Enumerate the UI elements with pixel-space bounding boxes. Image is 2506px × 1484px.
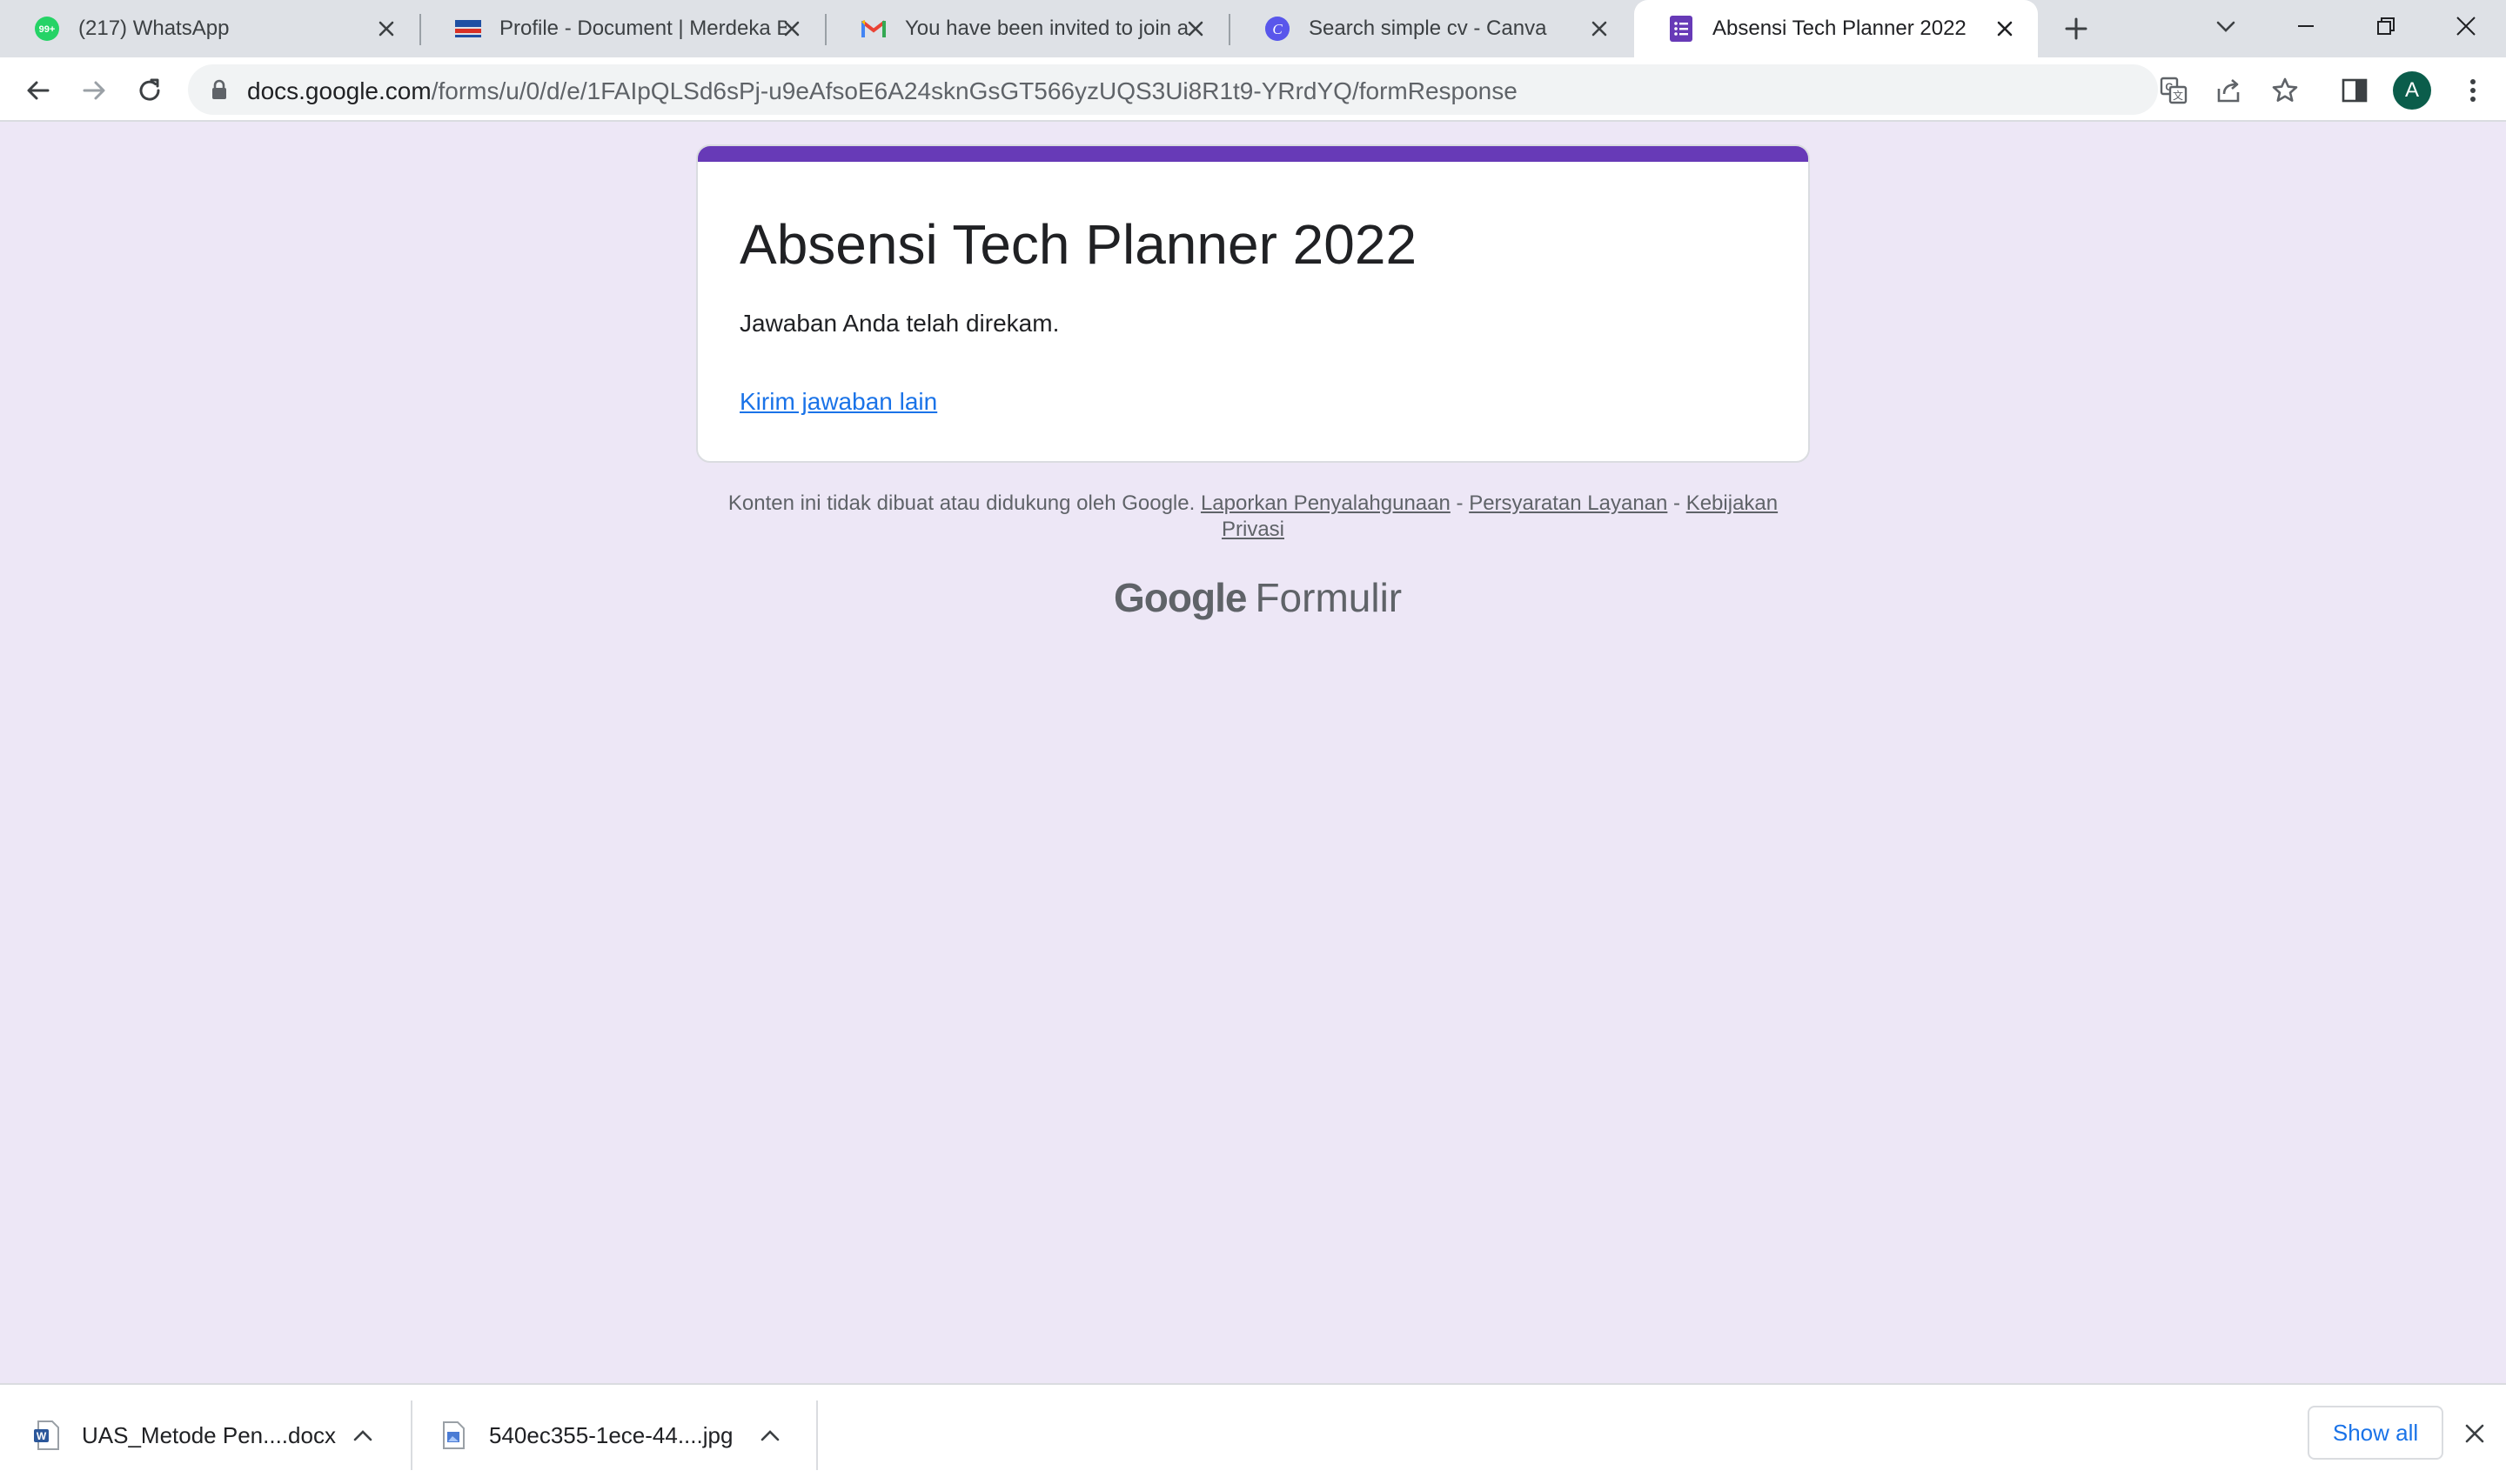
chevron-up-icon[interactable] xyxy=(761,1385,780,1484)
link-separator: - xyxy=(1673,491,1681,515)
download-item[interactable]: W UAS_Metode Pen....docx xyxy=(33,1385,336,1484)
report-abuse-link[interactable]: Laporkan Penyalahgunaan xyxy=(1201,491,1451,515)
new-tab-button[interactable] xyxy=(2060,13,2092,44)
url-path: /forms/u/0/d/e/1FAIpQLSd6sPj-u9eAfsoE6A2… xyxy=(431,77,1518,104)
tab-search-chevron-icon[interactable] xyxy=(2203,7,2248,45)
tab-title: (217) WhatsApp xyxy=(78,17,230,40)
lock-icon[interactable] xyxy=(207,77,231,102)
bookmark-star-icon[interactable] xyxy=(2271,77,2299,104)
confirmation-message: Jawaban Anda telah direkam. xyxy=(740,310,1060,337)
google-wordmark: Google xyxy=(1114,575,1247,620)
download-separator xyxy=(816,1400,818,1470)
image-file-icon xyxy=(440,1420,466,1451)
tab-gmail[interactable]: You have been invited to join a xyxy=(827,0,1229,57)
browser-toolbar: docs.google.com/forms/u/0/d/e/1FAIpQLSd6… xyxy=(0,57,2506,122)
close-icon[interactable] xyxy=(778,15,806,43)
tab-title: Search simple cv - Canva xyxy=(1309,17,1547,40)
close-icon[interactable] xyxy=(1182,15,1209,43)
svg-text:W: W xyxy=(37,1430,47,1442)
close-icon[interactable] xyxy=(2459,1418,2490,1449)
form-accent-bar xyxy=(698,146,1808,162)
reload-icon[interactable] xyxy=(131,71,169,110)
translate-icon[interactable]: G文 xyxy=(2160,77,2188,104)
merdeka-icon xyxy=(454,15,482,43)
google-forms-icon xyxy=(1667,15,1695,43)
restore-icon[interactable] xyxy=(2363,7,2409,45)
show-all-downloads-button[interactable]: Show all xyxy=(2308,1406,2443,1460)
download-separator xyxy=(411,1400,412,1470)
share-icon[interactable] xyxy=(2215,77,2243,104)
close-icon[interactable] xyxy=(1991,15,2019,43)
form-confirmation-card: Absensi Tech Planner 2022 Jawaban Anda t… xyxy=(696,144,1810,463)
word-doc-icon: W xyxy=(33,1420,59,1451)
close-icon[interactable] xyxy=(372,15,400,43)
address-bar[interactable]: docs.google.com/forms/u/0/d/e/1FAIpQLSd6… xyxy=(188,64,2158,115)
tab-title: Profile - Document | Merdeka Belajar xyxy=(499,17,787,40)
tab-title: You have been invited to join a xyxy=(905,17,1189,40)
more-menu-icon[interactable] xyxy=(2454,71,2492,110)
canva-icon: C xyxy=(1263,15,1291,43)
tab-title: Absensi Tech Planner 2022 xyxy=(1712,17,1967,40)
side-panel-icon[interactable] xyxy=(2335,71,2374,110)
tab-google-forms-active[interactable]: Absensi Tech Planner 2022 xyxy=(1634,0,2038,57)
download-filename: 540ec355-1ece-44....jpg xyxy=(489,1421,734,1448)
forward-icon[interactable] xyxy=(75,71,113,110)
disclaimer-text: Konten ini tidak dibuat atau didukung ol… xyxy=(727,491,1196,515)
link-separator: - xyxy=(1456,491,1464,515)
url-domain: docs.google.com xyxy=(247,77,432,104)
whatsapp-icon: 99+ xyxy=(33,15,61,43)
forms-wordmark: Formulir xyxy=(1255,575,1403,620)
page-title: Absensi Tech Planner 2022 xyxy=(740,213,1417,276)
svg-text:C: C xyxy=(1272,21,1283,37)
download-item[interactable]: 540ec355-1ece-44....jpg xyxy=(440,1385,733,1484)
chevron-up-icon[interactable] xyxy=(353,1385,372,1484)
url-text[interactable]: docs.google.com/forms/u/0/d/e/1FAIpQLSd6… xyxy=(247,77,1518,105)
tab-strip: 99+ (217) WhatsApp Profile - Document | … xyxy=(0,0,2506,57)
footer-disclaimer: Konten ini tidak dibuat atau didukung ol… xyxy=(722,491,1784,543)
download-shelf: W UAS_Metode Pen....docx 540ec355-1ece-4… xyxy=(0,1383,2506,1484)
submit-another-response-link[interactable]: Kirim jawaban lain xyxy=(740,388,937,416)
google-forms-logo[interactable]: Google Formulir xyxy=(1114,574,1402,621)
close-icon[interactable] xyxy=(1585,15,1613,43)
tab-canva[interactable]: C Search simple cv - Canva xyxy=(1230,0,1632,57)
terms-of-service-link[interactable]: Persyaratan Layanan xyxy=(1469,491,1667,515)
window-close-icon[interactable] xyxy=(2443,7,2489,45)
back-icon[interactable] xyxy=(19,71,57,110)
tab-whatsapp[interactable]: 99+ (217) WhatsApp xyxy=(0,0,419,57)
download-filename: UAS_Metode Pen....docx xyxy=(82,1421,336,1448)
gmail-icon xyxy=(860,15,888,43)
whatsapp-badge: 99+ xyxy=(39,24,56,35)
minimize-icon[interactable] xyxy=(2283,7,2328,45)
svg-text:文: 文 xyxy=(2173,89,2183,102)
profile-avatar[interactable]: A xyxy=(2393,71,2431,110)
tab-merdeka[interactable]: Profile - Document | Merdeka Belajar xyxy=(421,0,825,57)
